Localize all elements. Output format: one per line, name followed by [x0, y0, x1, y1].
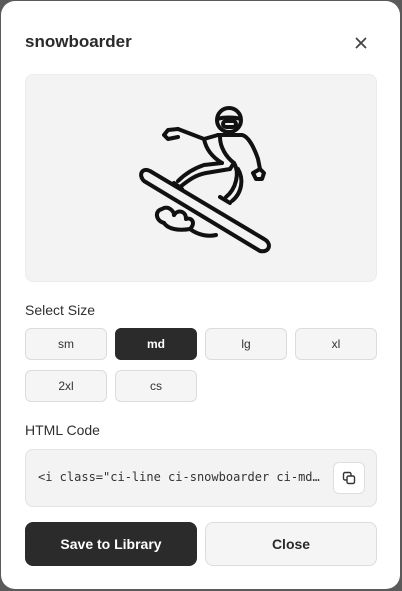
- copy-icon: [342, 471, 356, 485]
- close-button[interactable]: Close: [205, 522, 377, 566]
- icon-preview: [25, 74, 377, 282]
- size-option-cs[interactable]: cs: [115, 370, 197, 402]
- size-option-xl[interactable]: xl: [295, 328, 377, 360]
- size-option-lg[interactable]: lg: [205, 328, 287, 360]
- select-size-label: Select Size: [25, 302, 96, 318]
- close-icon[interactable]: [353, 35, 369, 51]
- size-option-2xl[interactable]: 2xl: [25, 370, 107, 402]
- snowboarder-icon: [139, 106, 271, 254]
- size-option-sm[interactable]: sm: [25, 328, 107, 360]
- dialog-title: snowboarder: [25, 32, 132, 51]
- size-option-md[interactable]: md: [115, 328, 197, 360]
- html-code-value[interactable]: <i class="ci-line ci-snowboarder ci-md">…: [38, 470, 324, 484]
- save-to-library-button[interactable]: Save to Library: [25, 522, 197, 566]
- copy-button[interactable]: [333, 462, 365, 494]
- html-code-label: HTML Code: [25, 422, 100, 438]
- html-code-box: <i class="ci-line ci-snowboarder ci-md">…: [25, 449, 377, 507]
- icon-detail-dialog: snowboarder Select Size HTML Code <i cla…: [1, 1, 400, 589]
